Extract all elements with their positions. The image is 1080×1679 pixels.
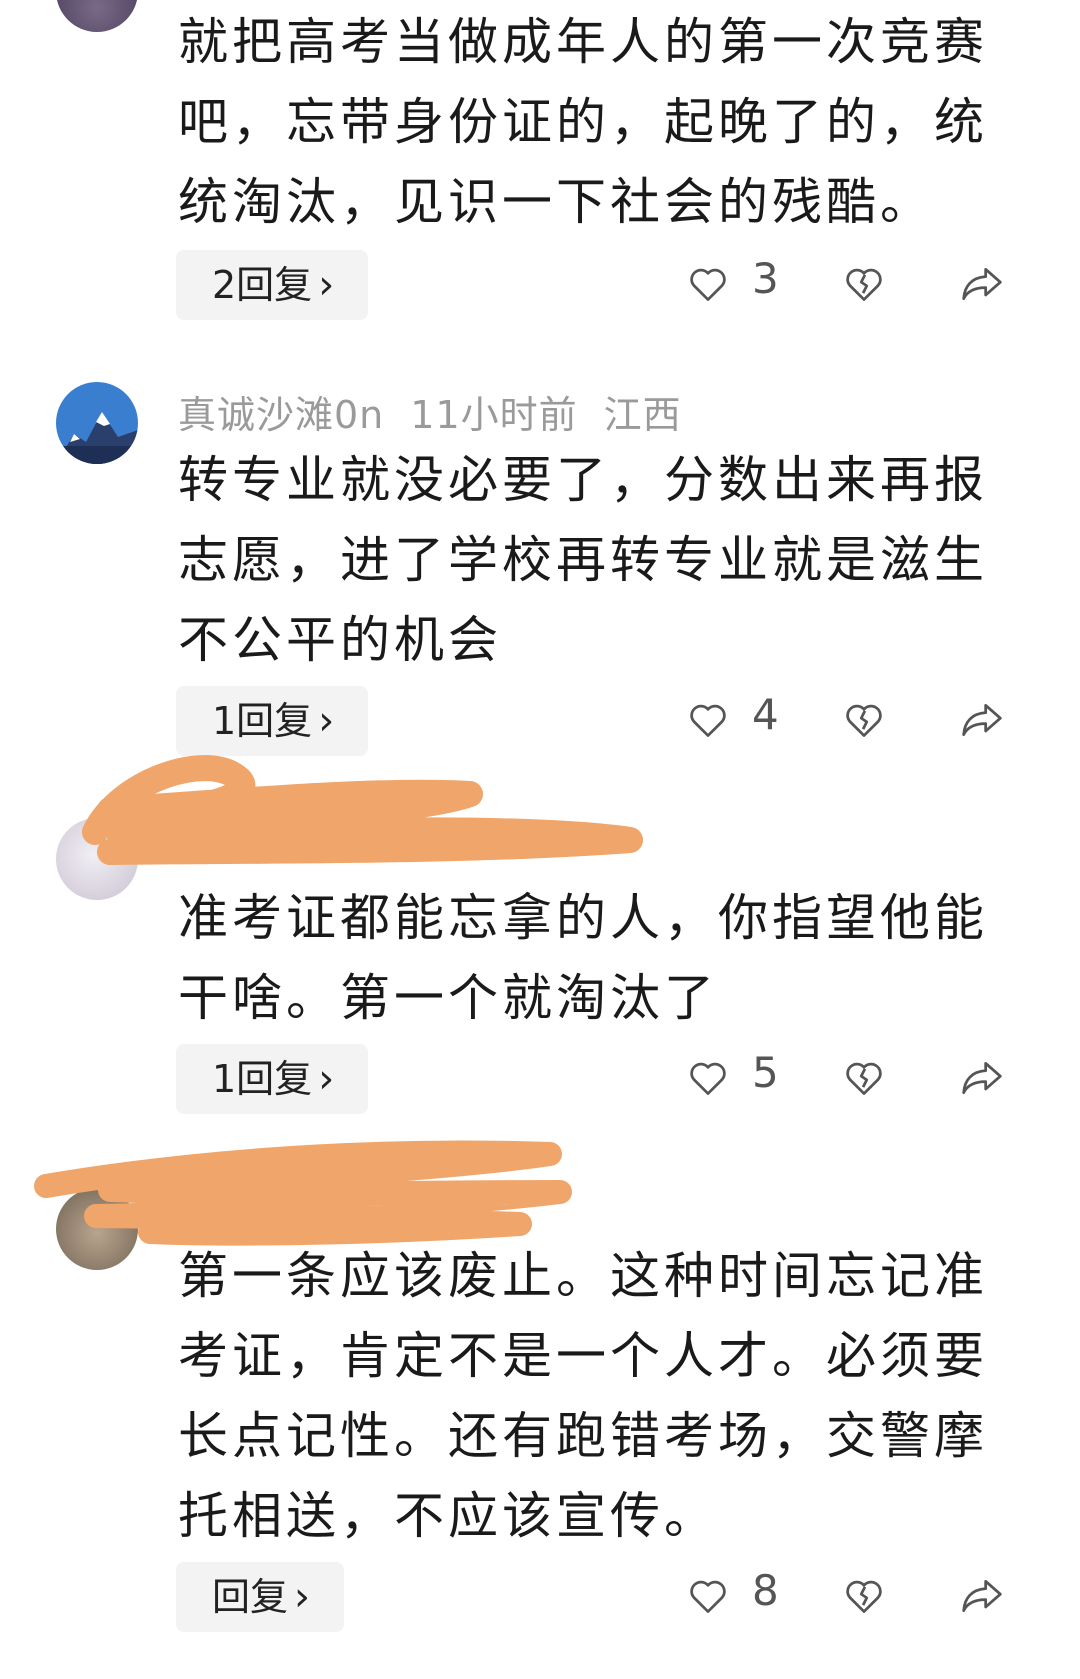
share-arrow-icon[interactable] [958, 1574, 1006, 1618]
comment-line: 转专业就没必要了，分数出来再报 [178, 451, 988, 509]
comment-line: 就把高考当做成年人的第一次竞赛 [178, 13, 988, 71]
avatar[interactable] [56, 1188, 138, 1270]
share-arrow-icon[interactable] [958, 1056, 1006, 1100]
view-replies-button[interactable]: 2回复 › [176, 250, 369, 320]
comment-line: 不公平的机会 [178, 611, 502, 669]
like-count: 4 [752, 690, 779, 739]
like-count: 5 [752, 1048, 779, 1097]
timestamp: 11小时前 [410, 393, 578, 437]
reply-count-label: 回复 [212, 1575, 289, 1619]
broken-heart-icon[interactable] [842, 262, 886, 306]
comment-text: 转专业就没必要了，分数出来再报 志愿，进了学校再转专业就是滋生 不公平的机会 [178, 440, 1018, 680]
comment-actions: 3 [686, 250, 1016, 320]
share-arrow-icon[interactable] [958, 262, 1006, 306]
comment-line: 长点记性。还有跑错考场，交警摩 [178, 1407, 988, 1465]
heart-outline-icon[interactable] [686, 262, 730, 306]
chevron-right-icon: › [318, 262, 335, 308]
broken-heart-icon[interactable] [842, 698, 886, 742]
chevron-right-icon: › [318, 1056, 335, 1102]
comment-line: 第一条应该废止。这种时间忘记准 [178, 1247, 988, 1305]
view-replies-button[interactable]: 1回复 › [176, 1044, 369, 1114]
comment-line: 干啥。第一个就淘汰了 [178, 969, 718, 1027]
location: 江西 [603, 393, 682, 437]
avatar[interactable] [56, 0, 138, 32]
heart-outline-icon[interactable] [686, 1574, 730, 1618]
comment-line: 托相送，不应该宣传。 [178, 1487, 718, 1545]
reply-count-label: 2回复 [212, 263, 313, 307]
share-arrow-icon[interactable] [958, 698, 1006, 742]
comment-meta: 真诚沙滩0n 11小时前 江西 [178, 384, 708, 439]
avatar[interactable] [56, 382, 138, 464]
comment-line: 统淘汰，见识一下社会的残酷。 [178, 173, 934, 231]
comment-text: 第一条应该废止。这种时间忘记准 考证，肯定不是一个人才。必须要 长点记性。还有跑… [178, 1236, 1018, 1556]
like-count: 3 [752, 254, 779, 303]
view-replies-button[interactable]: 1回复 › [176, 686, 369, 756]
reply-count-label: 1回复 [212, 699, 313, 743]
comment-actions: 5 [686, 1044, 1016, 1114]
like-count: 8 [752, 1566, 779, 1615]
comment-line: 吧，忘带身份证的，起晚了的，统 [178, 93, 988, 151]
broken-heart-icon[interactable] [842, 1056, 886, 1100]
avatar[interactable] [56, 818, 138, 900]
comment-line: 考证，肯定不是一个人才。必须要 [178, 1327, 988, 1385]
comment-line: 志愿，进了学校再转专业就是滋生 [178, 531, 988, 589]
chevron-right-icon: › [294, 1574, 311, 1620]
heart-outline-icon[interactable] [686, 1056, 730, 1100]
comment-actions: 4 [686, 686, 1016, 756]
mountain-avatar-image [56, 382, 138, 464]
reply-count-label: 1回复 [212, 1057, 313, 1101]
comment-text: 准考证都能忘拿的人，你指望他能 干啥。第一个就淘汰了 [178, 878, 1018, 1038]
comment-actions: 8 [686, 1562, 1016, 1632]
comment-line: 准考证都能忘拿的人，你指望他能 [178, 889, 988, 947]
view-replies-button[interactable]: 回复 › [176, 1562, 345, 1632]
heart-outline-icon[interactable] [686, 698, 730, 742]
chevron-right-icon: › [318, 698, 335, 744]
username[interactable]: 真诚沙滩0n [178, 393, 384, 437]
broken-heart-icon[interactable] [842, 1574, 886, 1618]
comment-text: 就把高考当做成年人的第一次竞赛 吧，忘带身份证的，起晚了的，统 统淘汰，见识一下… [178, 2, 1018, 242]
